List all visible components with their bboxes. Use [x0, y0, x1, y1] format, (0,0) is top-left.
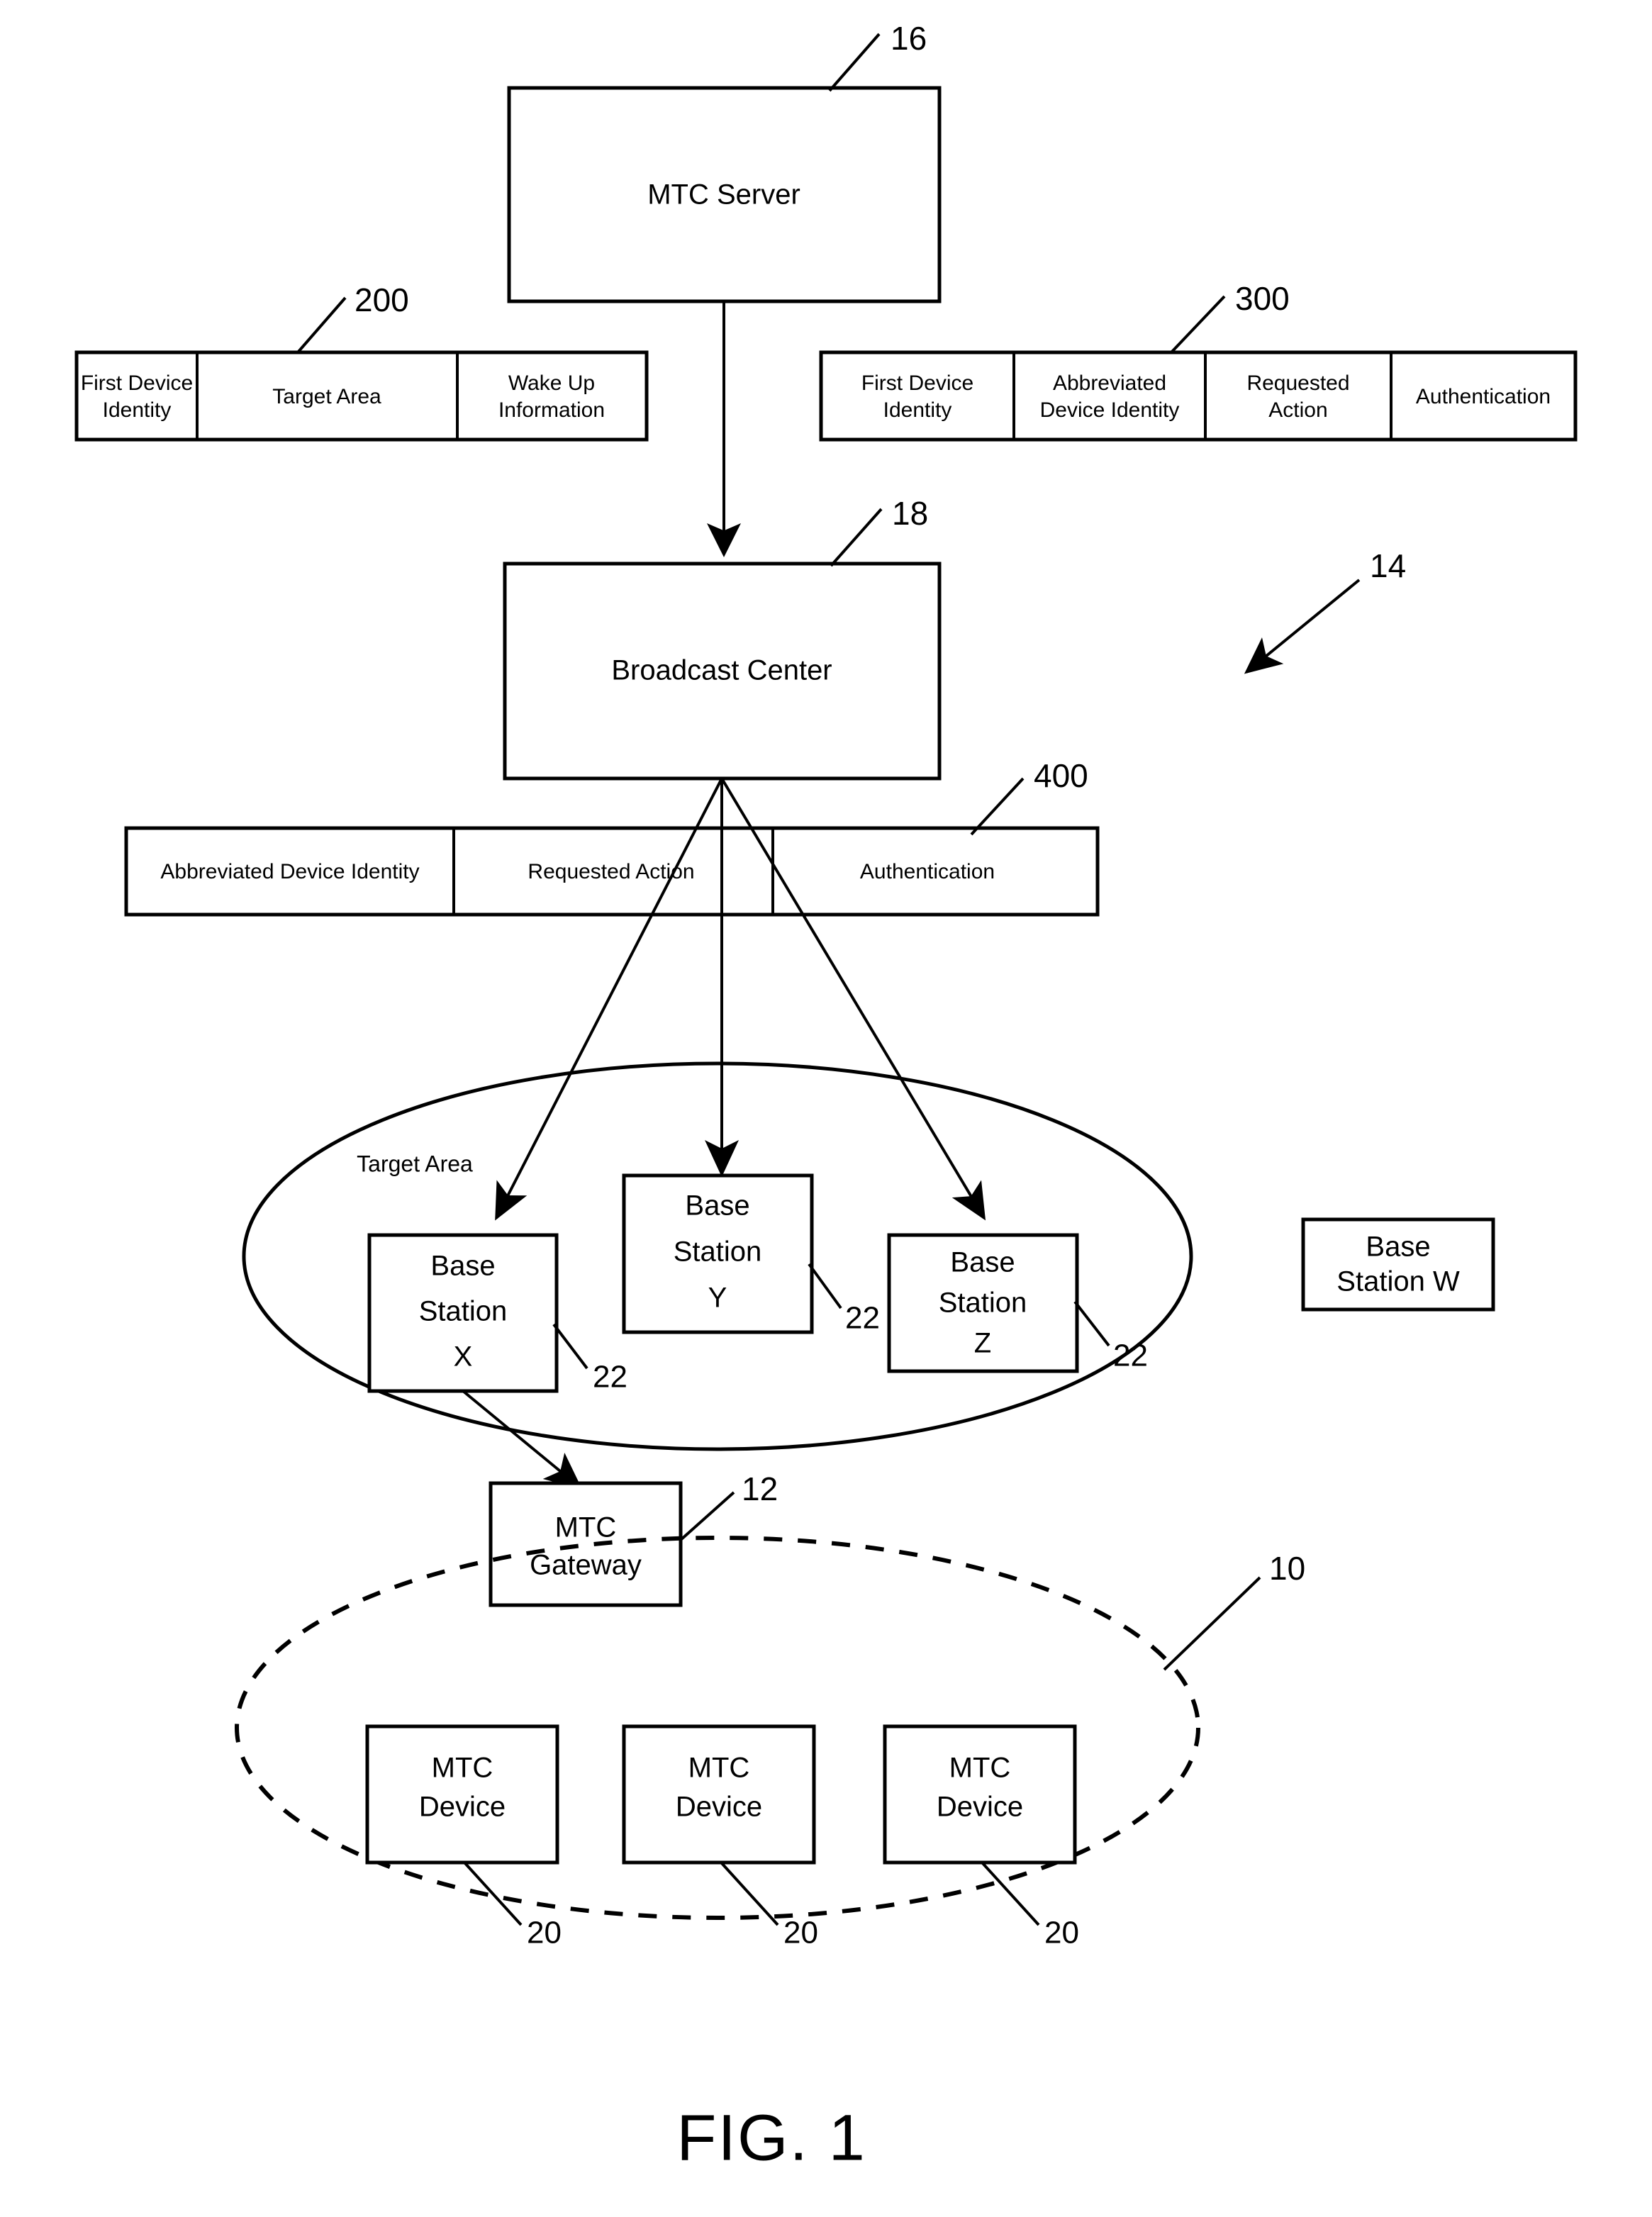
ref-leader-200: 200 — [296, 281, 409, 354]
ref-number-10: 10 — [1269, 1550, 1305, 1587]
msg-300-field-2-line2: Action — [1268, 398, 1327, 422]
leader-line-18 — [830, 508, 883, 567]
message-200: First Device Identity Target Area Wake U… — [74, 350, 649, 442]
ref-leader-22-x: 22 — [552, 1323, 627, 1395]
base-station-y-line2: Station — [674, 1236, 762, 1268]
base-station-y-line3: Y — [708, 1283, 727, 1314]
mtc-device-2-line1: MTC — [688, 1753, 750, 1784]
mtc-device-1-line2: Device — [419, 1792, 506, 1823]
ref-number-22-y: 22 — [845, 1301, 880, 1336]
base-station-w-line2: Station W — [1336, 1266, 1460, 1297]
mtc-gateway-line2: Gateway — [530, 1550, 642, 1581]
base-station-z-line1: Base — [950, 1247, 1015, 1278]
base-station-x-line3: X — [454, 1341, 473, 1373]
msg-400-field-0-line1: Abbreviated Device Identity — [160, 860, 419, 883]
leader-line-300 — [1170, 295, 1226, 354]
ref-leader-20-2: 20 — [720, 1861, 818, 1950]
leader-line-10 — [1163, 1576, 1261, 1671]
node-base-station-y: Base Station Y — [622, 1173, 814, 1334]
mtc-device-1-line1: MTC — [432, 1753, 493, 1784]
node-mtc-server: MTC Server — [507, 86, 942, 303]
mtc-device-2-line2: Device — [676, 1792, 762, 1823]
mtc-gateway-line1: MTC — [555, 1512, 617, 1543]
msg-200-field-2-line2: Information — [498, 398, 605, 422]
node-base-station-w: Base Station W — [1301, 1217, 1495, 1312]
base-station-x-line1: Base — [430, 1251, 495, 1282]
node-broadcast-center: Broadcast Center — [503, 562, 942, 781]
target-area-label: Target Area — [357, 1151, 473, 1176]
msg-300-field-1-line1: Abbreviated — [1053, 372, 1166, 395]
ref-number-12: 12 — [742, 1470, 778, 1507]
ref-leader-14: 14 — [1244, 547, 1406, 674]
msg-300-field-2-line1: Requested — [1246, 372, 1349, 395]
base-station-y-line1: Base — [685, 1190, 749, 1222]
ref-leader-22-y: 22 — [808, 1263, 880, 1336]
ref-leader-300: 300 — [1170, 280, 1290, 354]
node-mtc-device-2: MTC Device — [622, 1724, 816, 1865]
msg-200-field-0-line2: Identity — [103, 398, 172, 422]
ref-leader-20-3: 20 — [981, 1861, 1079, 1950]
node-mtc-device-3: MTC Device — [883, 1724, 1077, 1865]
leader-line-16 — [828, 33, 881, 92]
ref-number-18: 18 — [892, 495, 928, 532]
ref-leader-18: 18 — [830, 495, 928, 567]
ref-number-22-x: 22 — [593, 1360, 627, 1395]
leader-line-14 — [1244, 579, 1361, 674]
message-400: Abbreviated Device Identity Requested Ac… — [124, 826, 1100, 917]
ref-leader-10: 10 — [1163, 1550, 1305, 1671]
ref-number-200: 200 — [355, 281, 409, 318]
figure-1-diagram: MTC Server 16 First Device Identity Targ… — [74, 20, 1578, 2174]
base-station-z-line2: Station — [939, 1288, 1027, 1319]
broadcast-center-label: Broadcast Center — [611, 655, 832, 686]
node-mtc-device-1: MTC Device — [365, 1724, 559, 1865]
ref-number-400: 400 — [1034, 757, 1088, 794]
msg-400-field-2-line1: Authentication — [860, 860, 995, 883]
node-base-station-x: Base Station X — [367, 1233, 559, 1393]
figure-caption: FIG. 1 — [676, 2101, 866, 2174]
ref-number-16: 16 — [891, 20, 927, 57]
mtc-gateway-box — [489, 1481, 683, 1607]
base-station-x-line2: Station — [419, 1296, 508, 1327]
mtc-device-3-line2: Device — [937, 1792, 1023, 1823]
ref-number-22-z: 22 — [1113, 1339, 1148, 1373]
msg-200-field-1-line1: Target Area — [272, 385, 381, 408]
ref-number-20-3: 20 — [1044, 1916, 1079, 1950]
base-station-w-line1: Base — [1366, 1232, 1430, 1263]
msg-300-field-0-line1: First Device — [861, 372, 973, 395]
mtc-server-label: MTC Server — [647, 179, 800, 211]
node-mtc-gateway: MTC Gateway — [489, 1481, 683, 1607]
msg-200-field-2-line1: Wake Up — [508, 372, 595, 395]
ref-leader-12: 12 — [679, 1470, 778, 1541]
leader-line-400 — [970, 777, 1025, 836]
msg-200-field-0-line1: First Device — [81, 372, 193, 395]
base-station-z-line3: Z — [974, 1328, 991, 1359]
leader-line-20-3 — [981, 1861, 1040, 1926]
mtc-device-3-line1: MTC — [949, 1753, 1011, 1784]
leader-line-20-1 — [463, 1861, 523, 1926]
patent-figure-page: MTC Server 16 First Device Identity Targ… — [0, 0, 1652, 2217]
message-300: First Device Identity Abbreviated Device… — [819, 350, 1578, 442]
ref-number-300: 300 — [1235, 280, 1290, 317]
leader-line-22-z — [1073, 1300, 1110, 1347]
ref-number-20-2: 20 — [783, 1916, 818, 1950]
msg-300-field-1-line2: Device Identity — [1040, 398, 1180, 422]
leader-line-200 — [296, 296, 347, 354]
ref-number-20-1: 20 — [527, 1916, 562, 1950]
msg-300-field-0-line2: Identity — [883, 398, 952, 422]
leader-line-22-y — [808, 1263, 842, 1309]
node-base-station-z: Base Station Z — [887, 1233, 1079, 1373]
ref-leader-16: 16 — [828, 20, 927, 92]
leader-line-12 — [679, 1491, 735, 1541]
msg-300-field-3-line1: Authentication — [1416, 385, 1551, 408]
leader-line-22-x — [552, 1323, 588, 1370]
ref-leader-400: 400 — [970, 757, 1088, 836]
ref-number-14: 14 — [1370, 547, 1406, 584]
